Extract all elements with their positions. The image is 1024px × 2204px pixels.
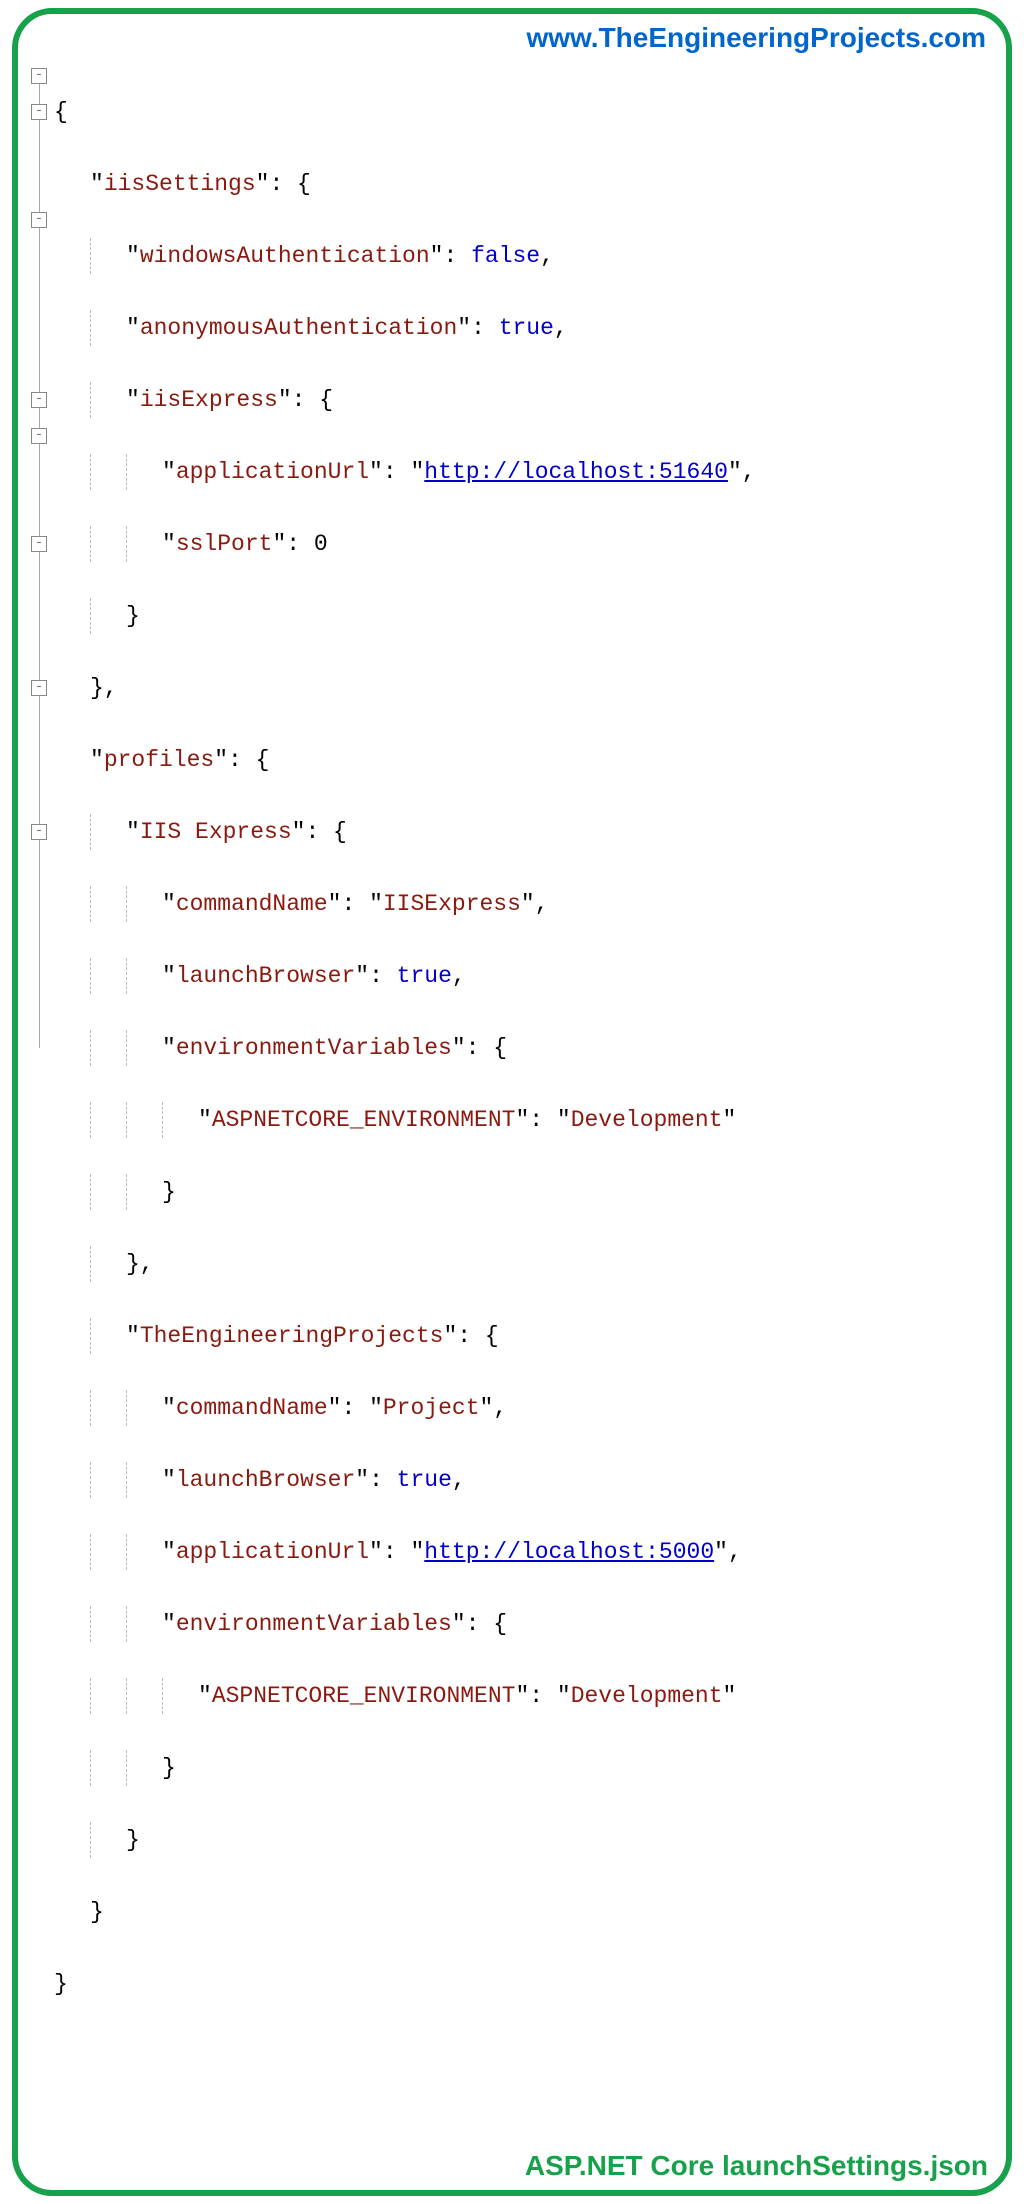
- code-line: }: [54, 1966, 996, 2002]
- fold-toggle[interactable]: -: [31, 212, 47, 228]
- code-line: "applicationUrl": "http://localhost:5000…: [54, 1534, 996, 1570]
- fold-toggle[interactable]: -: [31, 392, 47, 408]
- code-line: "TheEngineeringProjects": {: [54, 1318, 996, 1354]
- fold-toggle[interactable]: -: [31, 104, 47, 120]
- fold-gutter: - - - - - - - -: [28, 58, 50, 1066]
- fold-toggle[interactable]: -: [31, 68, 47, 84]
- code-editor: - - - - - - - -: [28, 58, 996, 2146]
- code-line: },: [54, 1246, 996, 1282]
- code-line: "environmentVariables": {: [54, 1030, 996, 1066]
- code-line: }: [54, 1750, 996, 1786]
- fold-toggle[interactable]: -: [31, 428, 47, 444]
- fold-toggle[interactable]: -: [31, 824, 47, 840]
- url-link[interactable]: http://localhost:51640: [424, 459, 728, 485]
- code-line: "IIS Express": {: [54, 814, 996, 850]
- code-line: "iisExpress": {: [54, 382, 996, 418]
- code-line: }: [54, 1174, 996, 1210]
- fold-toggle[interactable]: -: [31, 680, 47, 696]
- code-line: }: [54, 598, 996, 634]
- footer-caption: ASP.NET Core launchSettings.json: [28, 2146, 996, 2188]
- code-line: "sslPort": 0: [54, 526, 996, 562]
- code-line: "commandName": "Project",: [54, 1390, 996, 1426]
- code-frame: www.TheEngineeringProjects.com - - - - -…: [12, 8, 1012, 2196]
- code-line: "launchBrowser": true,: [54, 1462, 996, 1498]
- code-line: "applicationUrl": "http://localhost:5164…: [54, 454, 996, 490]
- code-line: "commandName": "IISExpress",: [54, 886, 996, 922]
- code-line: [54, 2038, 996, 2074]
- code-line: "environmentVariables": {: [54, 1606, 996, 1642]
- code-line: "ASPNETCORE_ENVIRONMENT": "Development": [54, 1102, 996, 1138]
- fold-toggle[interactable]: -: [31, 536, 47, 552]
- code-line: "iisSettings": {: [54, 166, 996, 202]
- code-line: }: [54, 1822, 996, 1858]
- code-body: { "iisSettings": { "windowsAuthenticatio…: [50, 58, 996, 2146]
- code-line: "windowsAuthentication": false,: [54, 238, 996, 274]
- code-line: "ASPNETCORE_ENVIRONMENT": "Development": [54, 1678, 996, 1714]
- url-link[interactable]: http://localhost:5000: [424, 1539, 714, 1565]
- code-line: },: [54, 670, 996, 706]
- code-line: "anonymousAuthentication": true,: [54, 310, 996, 346]
- code-line: "launchBrowser": true,: [54, 958, 996, 994]
- header-link[interactable]: www.TheEngineeringProjects.com: [28, 22, 996, 58]
- code-line: "profiles": {: [54, 742, 996, 778]
- code-line: }: [54, 1894, 996, 1930]
- code-line: {: [54, 94, 996, 130]
